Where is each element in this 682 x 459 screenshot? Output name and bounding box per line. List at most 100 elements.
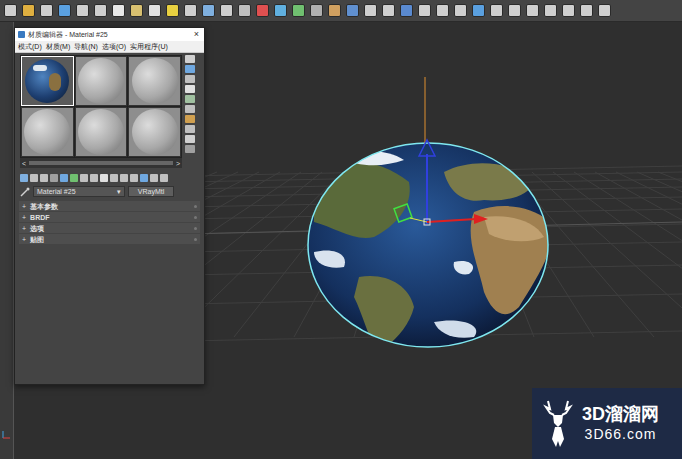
- tool-icon[interactable]: [598, 4, 611, 17]
- continent-icon: [49, 73, 61, 91]
- menu-item[interactable]: 选项(O): [102, 42, 126, 51]
- tool-icon[interactable]: [472, 4, 485, 17]
- watermark: 3D溜溜网3D66.com: [532, 388, 682, 459]
- menu-item[interactable]: 导航(N): [74, 42, 98, 51]
- tool-icon[interactable]: [166, 4, 179, 17]
- rollout-dot-icon: [194, 205, 197, 208]
- editor-tool-icon[interactable]: [120, 174, 128, 182]
- window-title: 材质编辑器 - Material #25: [28, 30, 191, 39]
- editor-tool-icon[interactable]: [110, 174, 118, 182]
- selection-outline: [308, 143, 548, 347]
- tool-icon[interactable]: [148, 4, 161, 17]
- slots-area: [15, 53, 204, 158]
- tool-icon[interactable]: [274, 4, 287, 17]
- rollout-header[interactable]: +基本参数: [19, 201, 200, 211]
- side-tool-icon[interactable]: [185, 75, 195, 83]
- tool-icon[interactable]: [4, 4, 17, 17]
- dropdown-arrow: ▾: [117, 188, 121, 195]
- sample-slot[interactable]: [75, 56, 128, 106]
- tool-icon[interactable]: [526, 4, 539, 17]
- side-tool-icon[interactable]: [185, 105, 195, 113]
- side-tool-icon[interactable]: [185, 135, 195, 143]
- editor-tool-icon[interactable]: [30, 174, 38, 182]
- tool-icon[interactable]: [454, 4, 467, 17]
- main-toolbar: [0, 0, 682, 22]
- move-gizmo-icon[interactable]: [394, 77, 488, 225]
- material-type-button[interactable]: VRayMtl: [128, 186, 174, 197]
- tool-icon[interactable]: [202, 4, 215, 17]
- tool-icon[interactable]: [418, 4, 431, 17]
- sample-slot[interactable]: [128, 56, 181, 106]
- rollouts: +基本参数+BRDF + 选项+贴图: [15, 201, 204, 244]
- slot-scrollbar[interactable]: <>: [20, 158, 182, 168]
- tool-icon[interactable]: [292, 4, 305, 17]
- deer-logo-icon: [540, 399, 576, 449]
- tool-icon[interactable]: [328, 4, 341, 17]
- side-tool-icon[interactable]: [185, 145, 195, 153]
- scroll-right-button[interactable]: >: [176, 160, 180, 167]
- rollout-dot-icon: [194, 216, 197, 219]
- tool-icon[interactable]: [490, 4, 503, 17]
- editor-tool-icon[interactable]: [50, 174, 58, 182]
- sample-slot[interactable]: [21, 56, 74, 106]
- menu-item[interactable]: 实用程序(U): [130, 42, 168, 51]
- sample-slot[interactable]: [75, 107, 128, 157]
- editor-tool-icon[interactable]: [40, 174, 48, 182]
- close-button[interactable]: ×: [194, 30, 201, 39]
- material-row: Material #25▾VRayMtl: [15, 186, 204, 197]
- tool-icon[interactable]: [544, 4, 557, 17]
- side-tool-icon[interactable]: [185, 115, 195, 123]
- scroll-thumb[interactable]: [29, 161, 173, 165]
- tool-icon[interactable]: [220, 4, 233, 17]
- menu-item[interactable]: 模式(D): [18, 42, 42, 51]
- tool-icon[interactable]: [76, 4, 89, 17]
- tool-icon[interactable]: [436, 4, 449, 17]
- tool-icon[interactable]: [238, 4, 251, 17]
- tool-icon[interactable]: [580, 4, 593, 17]
- tool-icon[interactable]: [256, 4, 269, 17]
- tool-icon[interactable]: [130, 4, 143, 17]
- side-tool-icon[interactable]: [185, 55, 195, 63]
- sample-slot[interactable]: [128, 107, 181, 157]
- scroll-left-button[interactable]: <: [22, 160, 26, 167]
- tool-icon[interactable]: [184, 4, 197, 17]
- side-tool-icon[interactable]: [185, 95, 195, 103]
- tool-icon[interactable]: [310, 4, 323, 17]
- earth-globe[interactable]: [308, 143, 554, 352]
- editor-tool-icon[interactable]: [100, 174, 108, 182]
- editor-tool-icon[interactable]: [60, 174, 68, 182]
- gray-sphere-icon: [78, 109, 124, 155]
- sample-slot[interactable]: [21, 107, 74, 157]
- side-tool-icon[interactable]: [185, 85, 195, 93]
- editor-tool-icon[interactable]: [140, 174, 148, 182]
- tool-icon[interactable]: [112, 4, 125, 17]
- material-name-dropdown[interactable]: Material #25▾: [33, 186, 125, 197]
- eyedropper-icon[interactable]: [20, 187, 30, 197]
- menu-item[interactable]: 材质(M): [46, 42, 71, 51]
- tool-icon[interactable]: [22, 4, 35, 17]
- editor-tool-icon[interactable]: [130, 174, 138, 182]
- rollout-header[interactable]: + 选项: [19, 223, 200, 233]
- editor-tool-icon[interactable]: [20, 174, 28, 182]
- side-tool-icon[interactable]: [185, 125, 195, 133]
- tool-icon[interactable]: [562, 4, 575, 17]
- editor-tool-icon[interactable]: [70, 174, 78, 182]
- rollout-header[interactable]: +BRDF: [19, 212, 200, 222]
- tool-icon[interactable]: [58, 4, 71, 17]
- editor-tool-icon[interactable]: [150, 174, 158, 182]
- rollout-toggle: +: [22, 225, 26, 232]
- tool-icon[interactable]: [94, 4, 107, 17]
- tool-icon[interactable]: [346, 4, 359, 17]
- editor-tool-icon[interactable]: [160, 174, 168, 182]
- editor-tool-icon[interactable]: [90, 174, 98, 182]
- tool-icon[interactable]: [40, 4, 53, 17]
- tool-icon[interactable]: [400, 4, 413, 17]
- workspace: 3D溜溜网3D66.com 材质编辑器 - Material #25× 模式(D) 材…: [0, 22, 682, 459]
- rollout-header[interactable]: +贴图: [19, 234, 200, 244]
- side-tool-icon[interactable]: [185, 65, 195, 73]
- rollout-label: 选项: [30, 224, 190, 233]
- tool-icon[interactable]: [364, 4, 377, 17]
- tool-icon[interactable]: [508, 4, 521, 17]
- editor-tool-icon[interactable]: [80, 174, 88, 182]
- tool-icon[interactable]: [382, 4, 395, 17]
